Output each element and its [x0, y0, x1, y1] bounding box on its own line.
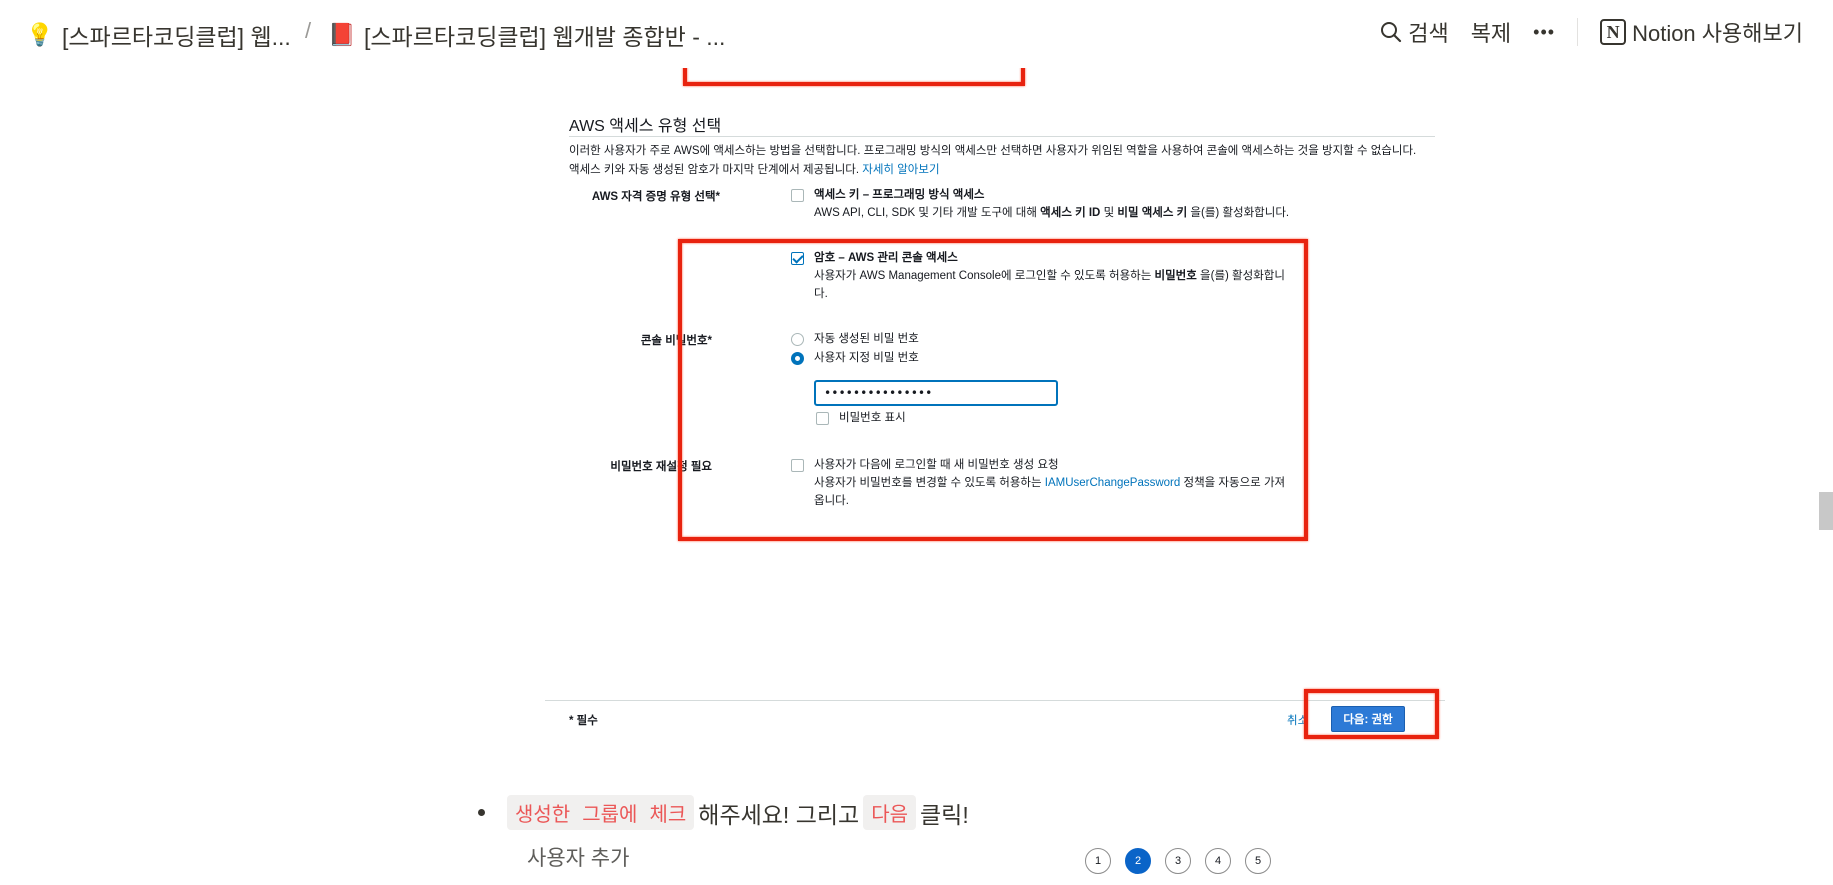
breadcrumb-parent-label: [스파르타코딩클럽] 웹... — [62, 24, 291, 50]
scrollbar-thumb[interactable] — [1819, 492, 1833, 530]
divider — [1577, 18, 1579, 46]
inline-code-group-check: 생성한 그룹에 체크 — [507, 795, 695, 830]
bullet-item: 생성한 그룹에 체크 해주세요! 그리고 다음 클릭! — [478, 795, 969, 830]
breadcrumb-current[interactable]: 📕 [스파르타코딩클럽] 웹개발 종합반 - ... — [328, 18, 725, 52]
bullet-text-2: 클릭! — [920, 801, 969, 828]
breadcrumb-separator: / — [305, 18, 312, 43]
learn-more-link[interactable]: 자세히 알아보기 — [862, 164, 939, 176]
notion-logo-icon: N — [1600, 19, 1627, 45]
inline-code-next: 다음 — [863, 795, 917, 830]
step-1: 1 — [1085, 848, 1111, 874]
divider — [569, 136, 1435, 137]
access-key-checkbox[interactable] — [791, 189, 804, 202]
bullet-dot — [478, 809, 485, 816]
aws-screenshot-image: AWS 액세스 유형 선택 이러한 사용자가 주로 AWS에 액세스하는 방법을… — [545, 40, 1445, 750]
try-notion-label: Notion 사용해보기 — [1632, 21, 1803, 46]
bullet-text-1: 해주세요! 그리고 — [698, 801, 860, 828]
step-4: 4 — [1205, 848, 1231, 874]
aws-description: 이러한 사용자가 주로 AWS에 액세스하는 방법을 선택합니다. 프로그래밍 … — [569, 145, 1417, 176]
topbar-actions: 검색 복제 ••• N Notion 사용해보기 — [1380, 16, 1803, 48]
red-book-icon: 📕 — [328, 22, 356, 47]
breadcrumb-parent[interactable]: 💡 [스파르타코딩클럽] 웹... — [26, 18, 291, 52]
top-bar: 💡 [스파르타코딩클럽] 웹... / 📕 [스파르타코딩클럽] 웹개발 종합반… — [0, 0, 1833, 68]
more-options-button[interactable]: ••• — [1533, 22, 1555, 43]
more-icon: ••• — [1533, 21, 1556, 42]
step-2: 2 — [1125, 848, 1151, 874]
search-button[interactable]: 검색 — [1380, 16, 1449, 48]
search-label: 검색 — [1408, 21, 1449, 46]
cred-type-label: AWS 자격 증명 유형 선택* — [591, 191, 720, 203]
highlight-box-password — [678, 239, 1308, 541]
required-note: * 필수 — [569, 715, 598, 727]
add-user-title: 사용자 추가 — [527, 847, 630, 870]
access-key-option: 액세스 키 – 프로그래밍 방식 액세스 AWS API, CLI, SDK 및… — [814, 189, 1290, 219]
try-notion-button[interactable]: N Notion 사용해보기 — [1600, 16, 1803, 48]
lightbulb-icon: 💡 — [26, 22, 54, 47]
duplicate-label: 복제 — [1470, 21, 1512, 46]
step-indicator: 1 2 3 4 5 — [1085, 848, 1271, 874]
highlight-box-next — [1304, 689, 1439, 739]
breadcrumb-current-label: [스파르타코딩클럽] 웹개발 종합반 - ... — [364, 24, 726, 50]
search-icon — [1381, 22, 1402, 43]
aws-section-title: AWS 액세스 유형 선택 — [569, 118, 722, 135]
step-5: 5 — [1245, 848, 1271, 874]
duplicate-button[interactable]: 복제 — [1471, 16, 1511, 48]
step-3: 3 — [1165, 848, 1191, 874]
